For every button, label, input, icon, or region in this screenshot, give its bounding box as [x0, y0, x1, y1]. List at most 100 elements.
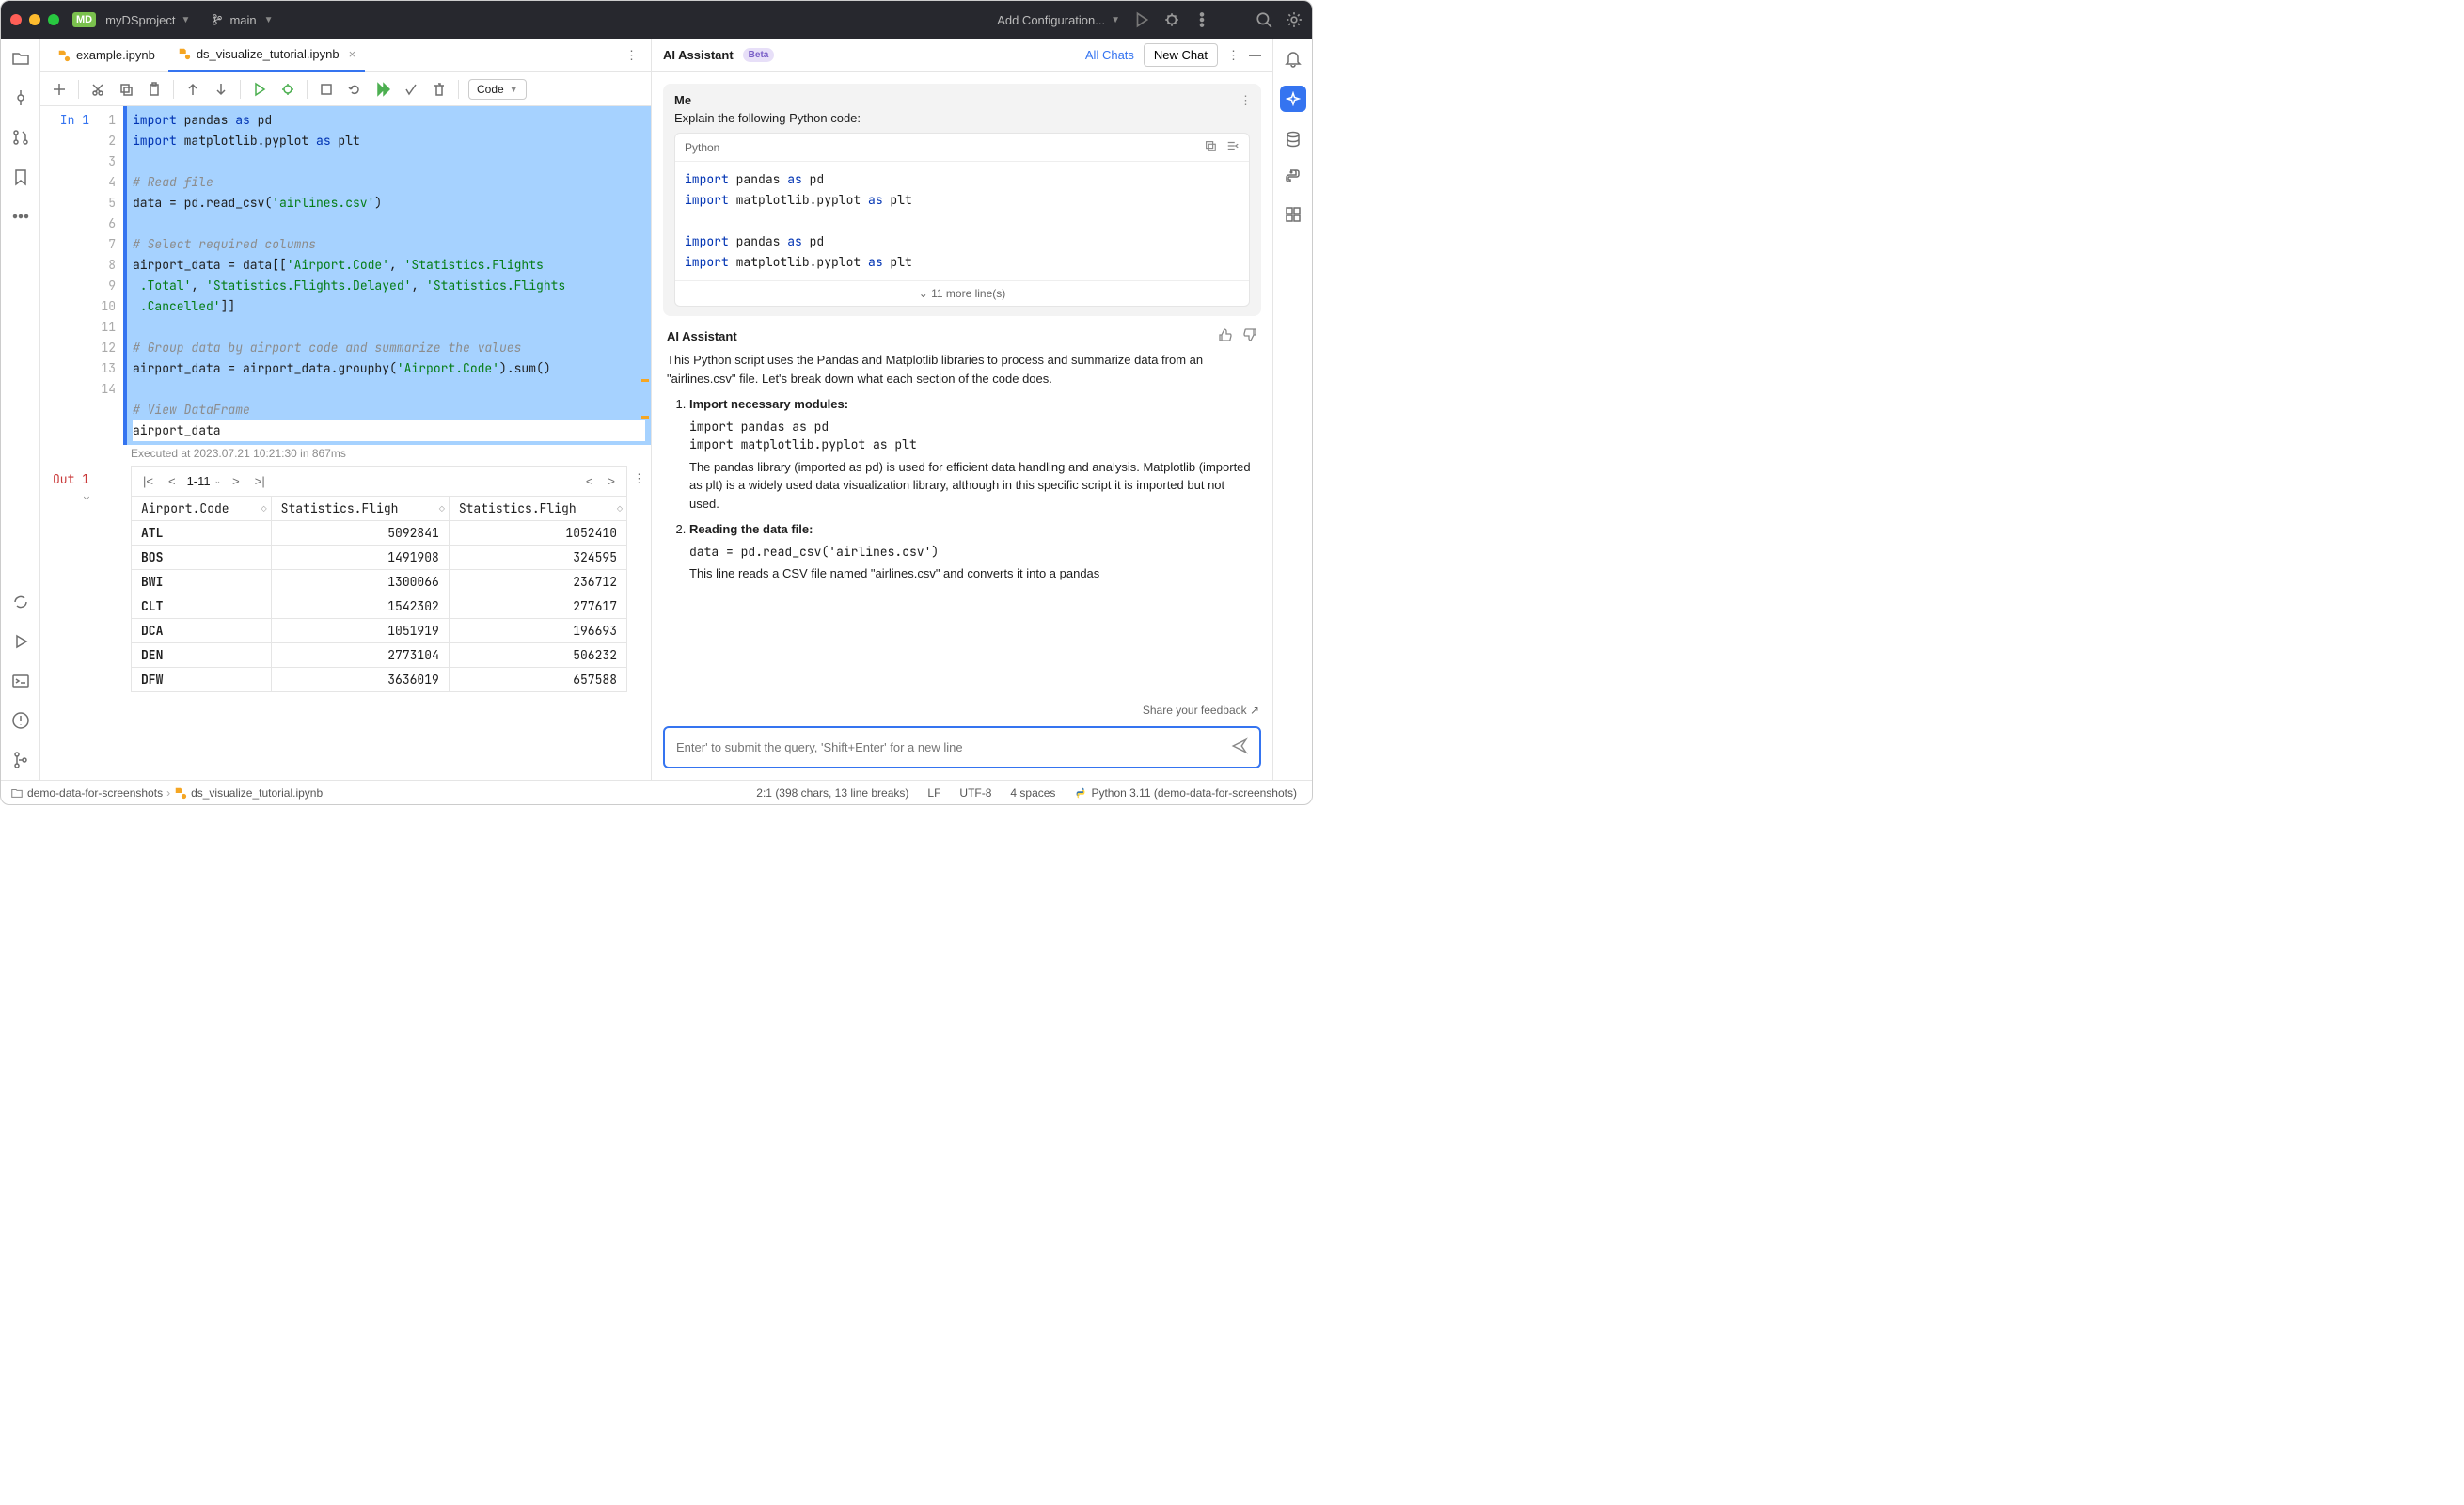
plugins-icon[interactable] — [1283, 204, 1303, 225]
debug-icon[interactable] — [1163, 11, 1180, 28]
code-content[interactable]: import pandas as pd import matplotlib.py… — [675, 162, 1249, 280]
change-markers — [641, 379, 649, 452]
move-down-icon[interactable] — [212, 80, 230, 99]
send-icon[interactable] — [1231, 737, 1248, 757]
code-editor[interactable]: import pandas as pd import matplotlib.py… — [127, 106, 651, 445]
python-interpreter[interactable]: Python 3.11 (demo-data-for-screenshots) — [1068, 786, 1303, 800]
close-icon[interactable]: × — [349, 47, 356, 61]
cursor-position[interactable]: 2:1 (398 chars, 13 line breaks) — [750, 786, 914, 800]
database-icon[interactable] — [1283, 129, 1303, 150]
more-icon[interactable] — [1193, 11, 1210, 28]
project-name: myDSproject — [105, 13, 175, 27]
bookmarks-icon[interactable] — [10, 166, 31, 187]
notifications-icon[interactable] — [1283, 48, 1303, 69]
restart-icon[interactable] — [345, 80, 364, 99]
run-all-icon[interactable] — [373, 80, 392, 99]
first-page-icon[interactable]: |< — [139, 472, 157, 490]
col-stat-2[interactable]: Statistics.Fligh◇ — [449, 497, 626, 521]
table-row[interactable]: DCA1051919196693 — [132, 619, 627, 643]
debug-cell-icon[interactable] — [278, 80, 297, 99]
delete-icon[interactable] — [430, 80, 449, 99]
copy-icon[interactable] — [1204, 139, 1217, 155]
problems-icon[interactable] — [10, 710, 31, 731]
pull-requests-icon[interactable] — [10, 127, 31, 148]
paste-icon[interactable] — [145, 80, 164, 99]
col-airport-code[interactable]: Airport.Code◇ — [132, 497, 272, 521]
expand-code[interactable]: 11 more line(s) — [675, 280, 1249, 306]
share-feedback-link[interactable]: Share your feedback ↗ — [652, 698, 1272, 717]
table-row[interactable]: BWI1300066236712 — [132, 570, 627, 594]
col-stat-1[interactable]: Statistics.Fligh◇ — [271, 497, 449, 521]
tab-label: ds_visualize_tutorial.ipynb — [197, 47, 340, 61]
page-range[interactable]: 1-11 ⌄ — [187, 474, 222, 488]
chevron-down-icon: ▼ — [1111, 15, 1120, 25]
step1-code: import pandas as pd import matplotlib.py… — [689, 418, 1257, 454]
minimize-window[interactable] — [29, 14, 40, 25]
message-more-icon[interactable]: ⋮ — [1240, 93, 1252, 108]
step1-title: Import necessary modules: — [689, 397, 848, 411]
close-window[interactable] — [10, 14, 22, 25]
commit-icon[interactable] — [10, 87, 31, 108]
more-icon[interactable] — [10, 206, 31, 227]
sync-icon[interactable] — [10, 592, 31, 612]
more-icon[interactable]: ⋮ — [1227, 48, 1240, 63]
encoding[interactable]: UTF-8 — [954, 786, 997, 800]
ai-assistant-icon[interactable] — [1280, 86, 1306, 112]
output-table: Airport.Code◇ Statistics.Fligh◇ Statisti… — [131, 496, 627, 692]
cell-type-selector[interactable]: Code ▼ — [468, 79, 527, 100]
ai-panel-header: AI Assistant Beta All Chats New Chat ⋮ — — [652, 39, 1272, 72]
python-packages-icon[interactable] — [1283, 166, 1303, 187]
project-badge: MD — [72, 12, 96, 27]
settings-icon[interactable] — [1286, 11, 1303, 28]
minimize-icon[interactable]: — — [1249, 48, 1261, 62]
branch-icon — [211, 12, 224, 28]
last-page-icon[interactable]: >| — [251, 472, 269, 490]
table-row[interactable]: DEN2773104506232 — [132, 643, 627, 668]
new-chat-button[interactable]: New Chat — [1144, 43, 1218, 67]
thumbs-down-icon[interactable] — [1242, 327, 1257, 345]
table-row[interactable]: ATL50928411052410 — [132, 521, 627, 546]
prev-page-icon[interactable]: < — [165, 472, 180, 490]
tabs-more-icon[interactable]: ⋮ — [620, 48, 643, 63]
search-icon[interactable] — [1256, 11, 1272, 28]
copy-icon[interactable] — [117, 80, 135, 99]
execution-info: Executed at 2023.07.21 10:21:30 in 867ms — [40, 445, 651, 466]
indent[interactable]: 4 spaces — [1004, 786, 1061, 800]
ai-input[interactable] — [663, 726, 1261, 768]
next-page-icon[interactable]: > — [229, 472, 244, 490]
editor-tabs: example.ipynb ds_visualize_tutorial.ipyn… — [40, 39, 651, 72]
ai-input-field[interactable] — [676, 740, 1231, 754]
git-icon[interactable] — [10, 750, 31, 770]
project-selector[interactable]: MD myDSproject ▼ — [72, 12, 190, 27]
terminal-icon[interactable] — [10, 671, 31, 691]
cut-icon[interactable] — [88, 80, 107, 99]
thumbs-up-icon[interactable] — [1218, 327, 1233, 345]
insert-icon[interactable] — [1226, 139, 1240, 155]
run-icon[interactable] — [1133, 11, 1150, 28]
services-icon[interactable] — [10, 631, 31, 652]
vcs-branch[interactable]: main ▼ — [211, 12, 273, 28]
add-cell-icon[interactable] — [50, 80, 69, 99]
clear-outputs-icon[interactable] — [402, 80, 420, 99]
table-row[interactable]: BOS1491908324595 — [132, 546, 627, 570]
zoom-window[interactable] — [48, 14, 59, 25]
output-more-icon[interactable]: ⋮ — [627, 466, 651, 492]
stop-icon[interactable] — [317, 80, 336, 99]
tab-example[interactable]: example.ipynb — [48, 39, 165, 72]
run-config-selector[interactable]: Add Configuration... ▼ — [997, 13, 1120, 27]
table-row[interactable]: CLT1542302277617 — [132, 594, 627, 619]
ai-assistant-panel: AI Assistant Beta All Chats New Chat ⋮ —… — [652, 39, 1272, 780]
run-cell-icon[interactable] — [250, 80, 269, 99]
status-bar: demo-data-for-screenshots › ds_visualize… — [1, 780, 1312, 804]
left-tool-strip — [1, 39, 40, 780]
project-icon[interactable] — [10, 48, 31, 69]
tab-ds-visualize[interactable]: ds_visualize_tutorial.ipynb × — [168, 39, 365, 72]
table-row[interactable]: DFW3636019657588 — [132, 668, 627, 692]
breadcrumb[interactable]: demo-data-for-screenshots › ds_visualize… — [10, 786, 323, 800]
move-up-icon[interactable] — [183, 80, 202, 99]
line-separator[interactable]: LF — [922, 786, 946, 800]
scroll-left-icon[interactable]: < — [582, 472, 597, 490]
chevron-down-icon: ▼ — [264, 15, 274, 25]
scroll-right-icon[interactable]: > — [604, 472, 619, 490]
all-chats-link[interactable]: All Chats — [1085, 48, 1134, 62]
